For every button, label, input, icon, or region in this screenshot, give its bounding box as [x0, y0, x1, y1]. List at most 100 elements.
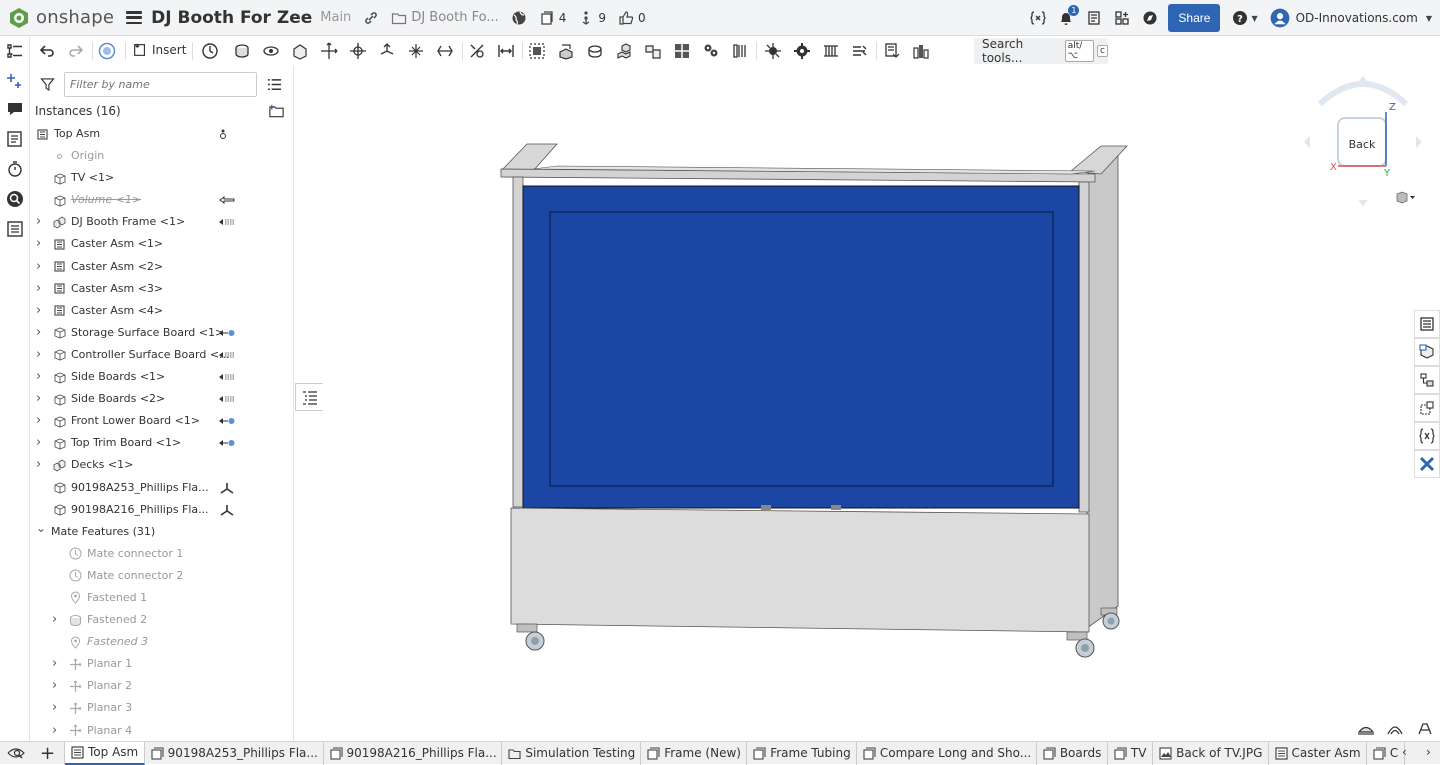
chevron-right-icon[interactable]: ›: [52, 657, 62, 670]
triad-icon[interactable]: [218, 504, 236, 516]
tree-row[interactable]: › Front Lower Board <1>: [30, 410, 280, 432]
chevron-right-icon[interactable]: ›: [36, 392, 46, 405]
chevron-right-icon[interactable]: ›: [36, 326, 46, 339]
onshape-logo[interactable]: onshape: [0, 7, 114, 29]
tree-row[interactable]: Volume <1>: [30, 189, 280, 211]
tree-row[interactable]: › Planar 4: [30, 720, 280, 742]
graphics-viewport[interactable]: Back Z X Y: [295, 66, 1440, 741]
new-folder-icon[interactable]: [268, 103, 285, 120]
chevron-right-icon[interactable]: ›: [52, 613, 62, 626]
arrow-dashed-icon[interactable]: [218, 349, 236, 361]
link-icon[interactable]: [363, 10, 379, 26]
branches-button[interactable]: 9: [578, 10, 606, 26]
tree-row[interactable]: › Fastened 2: [30, 609, 280, 631]
arrow-dot-icon[interactable]: [218, 327, 236, 339]
chevron-right-icon[interactable]: ›: [36, 237, 46, 250]
named-views-icon[interactable]: [883, 42, 901, 60]
ball-mate-icon[interactable]: [407, 42, 425, 60]
tree-row[interactable]: Origin: [30, 145, 280, 167]
parallel-mate-icon[interactable]: [436, 42, 454, 60]
caster[interactable]: [1100, 607, 1120, 630]
tab-boards[interactable]: Boards: [1037, 741, 1108, 765]
search-tools[interactable]: Search tools... alt/⌥ c: [974, 37, 1108, 65]
variables-panel-button[interactable]: [1414, 422, 1440, 450]
fastened-mate-icon[interactable]: [233, 42, 251, 60]
chevron-down-icon[interactable]: ⌄: [36, 522, 46, 534]
tab-90198a253-phillips-fla[interactable]: 90198A253_Phillips Fla...: [145, 741, 324, 765]
gear-relation-icon[interactable]: [615, 42, 633, 60]
tabs-scroll-right-icon[interactable]: ›: [1426, 745, 1431, 759]
tab-simulation-testing[interactable]: Simulation Testing: [502, 741, 642, 765]
section-view-icon[interactable]: [822, 42, 840, 60]
search-parts-icon[interactable]: [6, 190, 24, 208]
tree-row[interactable]: Top Asm: [30, 123, 280, 145]
chevron-right-icon[interactable]: ›: [36, 282, 46, 295]
document-info-icon[interactable]: [1086, 10, 1102, 26]
pin-slot-mate-icon[interactable]: [378, 42, 396, 60]
tree-row[interactable]: › Side Boards <1>: [30, 366, 280, 388]
width-mate-icon[interactable]: [497, 42, 515, 60]
globe-icon[interactable]: [511, 10, 527, 26]
filter-input[interactable]: [64, 72, 257, 97]
properties-icon[interactable]: [6, 220, 24, 238]
tree-row[interactable]: › Caster Asm <2>: [30, 256, 280, 278]
tree-row[interactable]: 90198A216_Phillips Fla...: [30, 499, 280, 521]
tree-row[interactable]: › Top Trim Board <1>: [30, 432, 280, 454]
tree-row[interactable]: › Planar 3: [30, 697, 280, 719]
tree-row[interactable]: Mate connector 1: [30, 543, 280, 565]
feature-list-icon[interactable]: [6, 42, 24, 60]
tree-row[interactable]: Fastened 1: [30, 587, 280, 609]
featurescript-button[interactable]: [1414, 450, 1440, 478]
chevron-right-icon[interactable]: ›: [36, 304, 46, 317]
notifications-button[interactable]: 1: [1058, 5, 1080, 26]
list-view-icon[interactable]: [267, 77, 282, 92]
replicate-icon[interactable]: [557, 42, 575, 60]
comments-icon[interactable]: [6, 100, 24, 118]
caster[interactable]: [516, 623, 545, 651]
linear-relation-icon[interactable]: [702, 42, 720, 60]
tree-row[interactable]: › Side Boards <2>: [30, 388, 280, 410]
tree-row[interactable]: › Planar 2: [30, 675, 280, 697]
triad-icon[interactable]: [218, 482, 236, 494]
tree-row[interactable]: 90198A253_Phillips Fla...: [30, 477, 280, 499]
chevron-right-icon[interactable]: ›: [52, 701, 62, 714]
redo-icon[interactable]: [67, 42, 85, 60]
share-button[interactable]: Share: [1168, 4, 1221, 32]
arrow-dashed-icon[interactable]: [218, 393, 236, 405]
interference-icon[interactable]: [851, 42, 869, 60]
view-options-icon[interactable]: [1393, 190, 1417, 206]
appearance-panel-button[interactable]: [1414, 310, 1440, 338]
variables-icon[interactable]: [1030, 10, 1047, 26]
tab-frame-new[interactable]: Frame (New): [641, 741, 748, 765]
chevron-right-icon[interactable]: ›: [36, 260, 46, 273]
chevron-right-icon[interactable]: ›: [36, 414, 46, 427]
add-tab-button[interactable]: +: [31, 741, 65, 765]
tree-row[interactable]: › Planar 1: [30, 653, 280, 675]
rack-pinion-icon[interactable]: [644, 42, 662, 60]
chevron-right-icon[interactable]: ›: [52, 724, 62, 737]
help-menu[interactable]: ? ▼: [1232, 10, 1258, 26]
tree-row[interactable]: › Controller Surface Board <...: [30, 344, 280, 366]
chevron-right-icon[interactable]: ›: [36, 436, 46, 449]
mate-pin-icon[interactable]: [218, 128, 236, 140]
folder-breadcrumb[interactable]: DJ Booth Fo...: [391, 10, 499, 26]
arrow-dashed-icon[interactable]: [218, 216, 236, 228]
tab-c[interactable]: C: [1367, 741, 1405, 765]
tangent-mate-icon[interactable]: [468, 42, 486, 60]
collapse-panel-button[interactable]: [295, 383, 323, 411]
like-button[interactable]: 0: [618, 10, 646, 26]
app-store-icon[interactable]: [1114, 10, 1130, 26]
section-plane-icon[interactable]: [1386, 722, 1404, 736]
mate-connector-tool-icon[interactable]: [201, 42, 219, 60]
mass-properties-icon[interactable]: [793, 42, 811, 60]
arrow-left-icon[interactable]: [218, 194, 236, 206]
caster[interactable]: [1066, 631, 1095, 658]
versions-button[interactable]: 4: [539, 10, 566, 26]
cylindrical-mate-icon[interactable]: [349, 42, 367, 60]
tab-back-of-tv-jpg[interactable]: Back of TV.JPG: [1153, 741, 1269, 765]
arrow-dashed-icon[interactable]: [218, 371, 236, 383]
tree-row[interactable]: TV <1>: [30, 167, 280, 189]
chevron-right-icon[interactable]: ›: [36, 348, 46, 361]
chevron-right-icon[interactable]: ›: [36, 370, 46, 383]
exploded-view-icon[interactable]: [1416, 722, 1434, 736]
